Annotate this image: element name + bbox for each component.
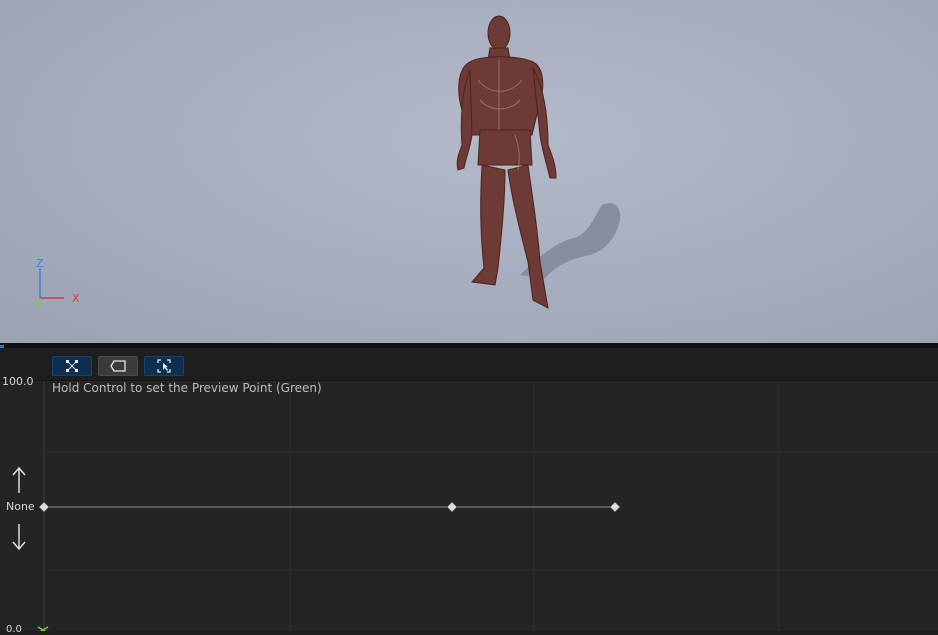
3d-viewport[interactable]: Z X Y [0,0,938,343]
arrow-up-icon[interactable] [8,465,30,495]
preview-hint-text: Hold Control to set the Preview Point (G… [52,381,322,395]
arrow-down-icon[interactable] [8,522,30,552]
curve-graph[interactable]: 100.0 Hold Control to set the Preview Po… [0,375,938,635]
x-axis-label: X [72,292,80,305]
tag-button[interactable] [98,356,138,376]
curve-key [38,501,50,513]
axis-gizmo: Z X Y [34,257,80,312]
character-model [456,15,621,309]
preview-point-marker [37,626,49,631]
curve-grid [37,381,938,631]
curve-editor-toolbar [0,348,938,381]
fit-points-icon [66,360,78,372]
y-min-label: 0.0 [6,624,22,635]
curve-key [446,501,458,513]
y-max-label: 100.0 [2,375,34,388]
z-axis-label: Z [36,257,44,270]
curve-editor-panel: 100.0 Hold Control to set the Preview Po… [0,348,938,635]
frame-selection-button[interactable] [144,356,184,376]
curve-key [609,501,621,513]
tag-icon [110,360,126,372]
curve-name-label: None [6,500,35,513]
y-axis-label: Y [34,304,41,312]
fit-points-button[interactable] [52,356,92,376]
frame-selection-icon [157,359,171,373]
